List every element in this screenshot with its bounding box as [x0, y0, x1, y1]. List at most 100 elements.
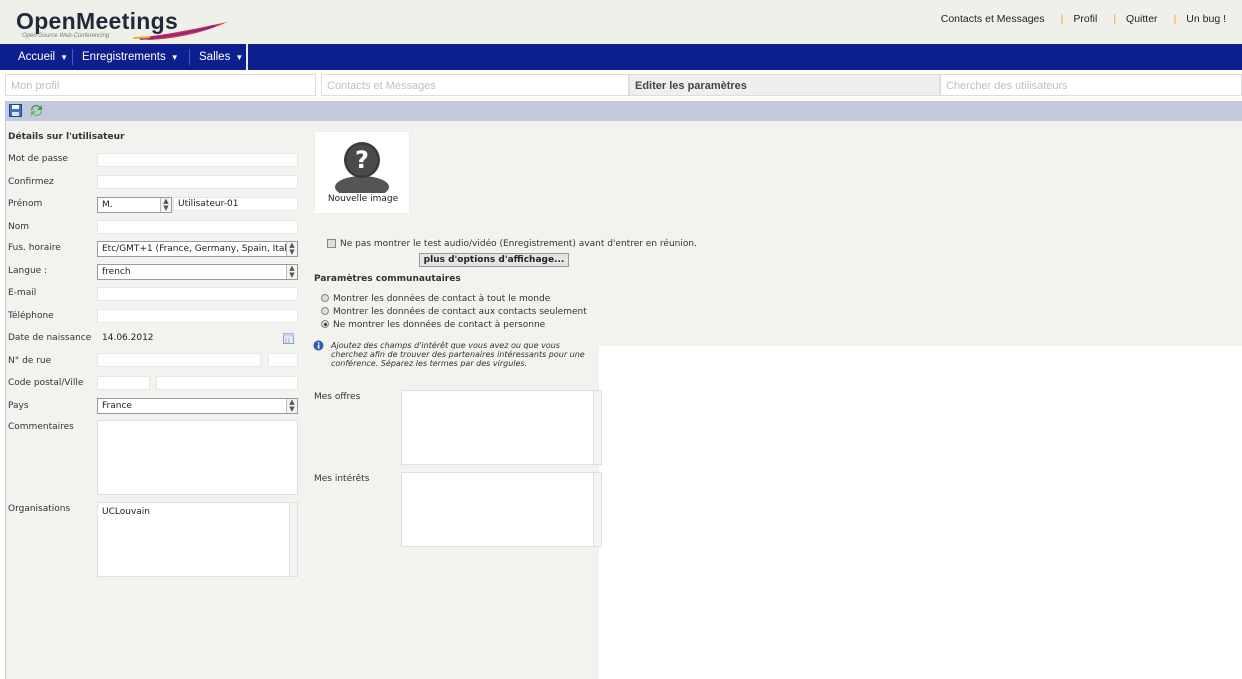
scrollbar[interactable]	[593, 473, 601, 546]
salutation-value: M.	[102, 200, 113, 210]
top-link-profile[interactable]: Profil	[1073, 13, 1097, 25]
organisation-item[interactable]: UCLouvain	[102, 507, 150, 517]
country-select[interactable]: France ▲ ▼	[97, 398, 298, 414]
top-link-quit[interactable]: Quitter	[1126, 13, 1158, 25]
street-input[interactable]	[97, 353, 261, 367]
interests-textarea[interactable]	[401, 472, 602, 547]
scrollbar[interactable]	[593, 391, 601, 464]
zipcity-label: Code postal/Ville	[8, 378, 84, 388]
panel-border	[5, 121, 6, 679]
city-input[interactable]	[156, 376, 298, 390]
community-settings-title: Paramètres communautaires	[314, 274, 461, 284]
country-value: France	[102, 401, 132, 411]
nav-divider	[246, 44, 248, 70]
email-label: E-mail	[8, 288, 37, 298]
top-link-contacts[interactable]: Contacts et Messages	[941, 13, 1045, 25]
edit-settings-panel: Détails sur l'utilisateur Mot de passe C…	[5, 121, 1242, 679]
nav-item-home[interactable]: Accueil ▼	[10, 44, 68, 70]
interests-info-text: Ajoutez des champs d'intérêt que vous av…	[331, 341, 585, 368]
chevron-down-icon: ▼	[170, 53, 179, 62]
more-display-options-button[interactable]: plus d'options d'affichage...	[419, 253, 569, 267]
radio-show-everyone[interactable]	[321, 294, 329, 302]
select-arrows-icon: ▲ ▼	[286, 265, 297, 279]
save-icon[interactable]	[9, 104, 22, 117]
offers-textarea[interactable]	[401, 390, 602, 465]
tab-search-users[interactable]: Chercher des utilisateurs	[940, 74, 1242, 96]
select-arrows-icon: ▲ ▼	[160, 198, 171, 212]
info-line: Ajoutez des champs d'intérêt que vous av…	[331, 341, 560, 350]
refresh-icon[interactable]	[29, 104, 44, 117]
top-link-separator: |	[1060, 13, 1064, 25]
confirm-password-label: Confirmez	[8, 177, 54, 187]
radio-label: Ne montrer les données de contact à pers…	[333, 320, 546, 330]
tab-edit-settings[interactable]: Editer les paramètres	[629, 74, 940, 96]
organisations-label: Organisations	[8, 504, 71, 514]
select-arrows-icon: ▲ ▼	[286, 399, 297, 413]
top-links: Contacts et Messages | Profil | Quitter …	[941, 13, 1226, 25]
confirm-password-input[interactable]	[97, 175, 298, 189]
nav-item-label: Enregistrements	[82, 51, 166, 63]
profile-tabs: Mon profil Contacts et Messages Editer l…	[5, 74, 1242, 96]
radio-show-nobody[interactable]	[321, 320, 329, 328]
form-toolbar	[5, 101, 1242, 121]
scrollbar[interactable]	[289, 503, 297, 576]
lastname-label: Nom	[8, 222, 30, 232]
firstname-input[interactable]: Utilisateur-01	[173, 197, 298, 211]
birthdate-label: Date de naissance	[8, 333, 92, 343]
interests-label: Mes intérêts	[314, 474, 370, 484]
nav-item-label: Salles	[199, 51, 231, 63]
password-input[interactable]	[97, 153, 298, 167]
nav-item-rooms[interactable]: Salles ▼	[191, 44, 243, 70]
info-icon	[313, 340, 324, 351]
timezone-label: Fus. horaire	[8, 243, 61, 253]
top-link-separator: |	[1173, 13, 1177, 25]
timezone-select[interactable]: Etc/GMT+1 (France, Germany, Spain, Italy…	[97, 241, 298, 257]
top-link-separator: |	[1113, 13, 1117, 25]
language-value: french	[102, 267, 131, 277]
comments-textarea[interactable]	[97, 420, 298, 495]
phone-input[interactable]	[97, 309, 298, 323]
language-label: Langue :	[8, 266, 48, 276]
app-header: OpenMeetings Open-Source Web-Conferencin…	[0, 0, 1242, 44]
email-input[interactable]	[97, 287, 298, 301]
info-line: cherchez afin de trouver des partenaires…	[331, 350, 585, 359]
firstname-label: Prénom	[8, 199, 43, 209]
calendar-icon[interactable]	[283, 333, 294, 344]
nav-divider	[189, 49, 190, 65]
timezone-value: Etc/GMT+1 (France, Germany, Spain, Italy	[102, 244, 293, 254]
zip-input[interactable]	[97, 376, 150, 390]
profile-picture-box[interactable]: ? Nouvelle image	[314, 131, 410, 214]
offers-label: Mes offres	[314, 392, 361, 402]
user-details-title: Détails sur l'utilisateur	[8, 132, 125, 142]
language-select[interactable]: french ▲ ▼	[97, 264, 298, 280]
street-label: N° de rue	[8, 356, 52, 366]
radio-label: Montrer les données de contact aux conta…	[333, 307, 587, 317]
phone-label: Téléphone	[8, 311, 54, 321]
birthdate-input[interactable]: 14.06.2012	[97, 331, 279, 345]
salutation-select[interactable]: M. ▲ ▼	[97, 197, 172, 213]
main-nav: Accueil ▼ Enregistrements ▼ Salles ▼	[0, 44, 1242, 70]
radio-label: Montrer les données de contact à tout le…	[333, 294, 551, 304]
organisations-list[interactable]: UCLouvain	[97, 502, 298, 577]
street-number-input[interactable]	[268, 353, 298, 367]
info-line: conférence. Séparez les termes par des v…	[331, 359, 528, 368]
svg-text:?: ?	[355, 146, 369, 174]
lastname-input[interactable]	[97, 220, 298, 234]
select-arrows-icon: ▲ ▼	[286, 242, 297, 256]
radio-show-contacts[interactable]	[321, 307, 329, 315]
skip-av-test-checkbox[interactable]	[327, 239, 336, 248]
comments-label: Commentaires	[8, 422, 74, 432]
nav-item-recordings[interactable]: Enregistrements ▼	[74, 44, 179, 70]
nav-divider	[72, 49, 73, 65]
chevron-down-icon: ▼	[60, 53, 68, 62]
nav-item-label: Accueil	[18, 51, 56, 63]
password-label: Mot de passe	[8, 154, 68, 164]
chevron-down-icon: ▼	[235, 53, 244, 62]
tab-contacts-messages[interactable]: Contacts et Messages	[321, 74, 629, 96]
country-label: Pays	[8, 401, 29, 411]
top-link-bug[interactable]: Un bug !	[1186, 13, 1226, 25]
feather-logo-icon	[132, 22, 227, 40]
tab-my-profile[interactable]: Mon profil	[5, 74, 316, 96]
skip-av-test-label: Ne pas montrer le test audio/vidéo (Enre…	[340, 239, 697, 249]
new-image-label[interactable]: Nouvelle image	[315, 194, 411, 204]
